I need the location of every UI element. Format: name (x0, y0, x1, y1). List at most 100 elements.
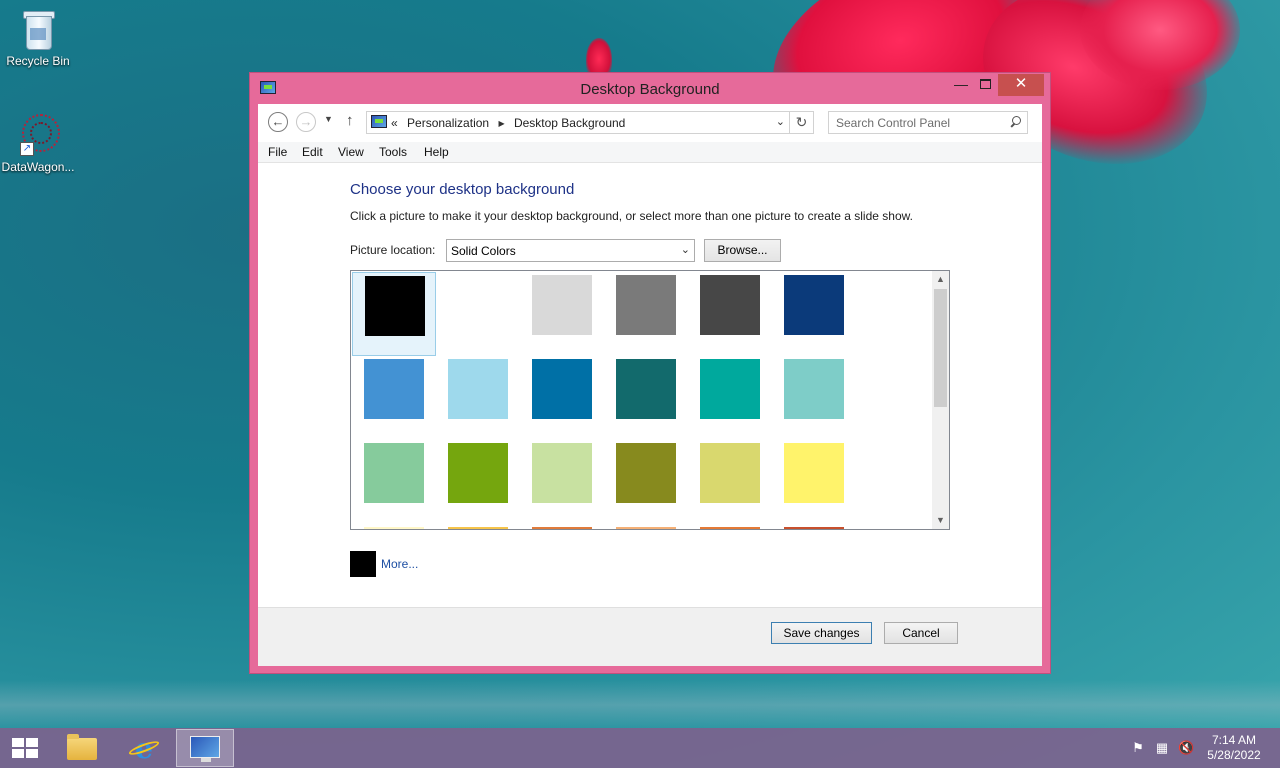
taskbar-file-explorer[interactable] (52, 729, 110, 767)
search-box[interactable]: Search Control Panel (828, 111, 1028, 134)
color-swatch-fill (448, 275, 508, 335)
up-button[interactable]: ↑ (346, 112, 354, 129)
color-swatch[interactable] (772, 272, 856, 356)
control-panel-icon (190, 736, 220, 758)
desktop-icon-recycle-bin[interactable]: Recycle Bin (0, 6, 76, 68)
address-dropdown-icon[interactable]: ⌄ (776, 115, 785, 128)
color-swatch[interactable] (604, 272, 688, 356)
vertical-scrollbar[interactable]: ▲ ▼ (932, 271, 949, 529)
menu-edit[interactable]: Edit (302, 145, 323, 159)
search-icon[interactable] (1011, 116, 1021, 126)
breadcrumb-personalization[interactable]: Personalization (407, 116, 489, 130)
color-swatch-fill (700, 275, 760, 335)
taskbar: e ⚑ ▦ 🔇 7:14 AM 5/28/2022 (0, 728, 1280, 768)
color-swatch-fill (700, 443, 760, 503)
color-swatch[interactable] (772, 524, 856, 529)
network-icon[interactable]: ▦ (1154, 740, 1170, 756)
scroll-down-icon[interactable]: ▼ (932, 512, 949, 529)
refresh-button[interactable]: ↻ (789, 112, 813, 133)
color-swatch-fill (532, 527, 592, 529)
breadcrumb-separator-icon[interactable]: ▶ (498, 119, 504, 128)
action-center-flag-icon[interactable]: ⚑ (1130, 740, 1146, 756)
color-swatch-fill (364, 359, 424, 419)
speaker-muted-icon[interactable]: 🔇 (1178, 740, 1194, 756)
desktop-icon-datawagon[interactable]: ↗ DataWagon... (0, 112, 76, 174)
clock-date: 5/28/2022 (1207, 748, 1261, 762)
picture-location-value: Solid Colors (451, 244, 516, 258)
color-swatch-fill (616, 443, 676, 503)
more-colors-link[interactable]: More... (381, 557, 418, 571)
desktop-icon-label: DataWagon... (1, 160, 75, 174)
menu-file[interactable]: File (268, 145, 287, 159)
color-swatch[interactable] (352, 356, 436, 440)
color-swatch[interactable] (436, 524, 520, 529)
recent-locations-dropdown[interactable]: ▼ (324, 114, 333, 124)
menu-tools[interactable]: Tools (379, 145, 407, 159)
cancel-button[interactable]: Cancel (884, 622, 958, 644)
menu-view[interactable]: View (338, 145, 364, 159)
color-swatch-fill (616, 275, 676, 335)
search-input[interactable]: Search Control Panel (836, 116, 950, 130)
back-button[interactable]: ← (268, 112, 288, 132)
color-swatch-fill (532, 275, 592, 335)
color-swatch-fill (365, 276, 425, 336)
color-swatch[interactable] (352, 272, 436, 356)
windows-logo-icon (12, 738, 24, 747)
page-title: Choose your desktop background (350, 181, 575, 198)
forward-button[interactable]: → (296, 112, 316, 132)
breadcrumb-desktop-background[interactable]: Desktop Background (514, 116, 625, 130)
address-bar[interactable]: « Personalization ▶ Desktop Background ⌄… (366, 111, 814, 134)
color-swatch[interactable] (352, 440, 436, 524)
color-swatch[interactable] (352, 524, 436, 529)
color-swatch-fill (616, 359, 676, 419)
color-swatch[interactable] (772, 440, 856, 524)
shortcut-arrow-icon: ↗ (20, 142, 34, 156)
taskbar-internet-explorer[interactable]: e (114, 729, 172, 767)
color-swatch-fill (784, 443, 844, 503)
dialog-footer: Save changes Cancel (258, 607, 1042, 666)
color-swatch[interactable] (688, 440, 772, 524)
color-swatch[interactable] (436, 356, 520, 440)
color-swatch[interactable] (520, 356, 604, 440)
color-swatch[interactable] (604, 440, 688, 524)
recycle-bin-icon (18, 6, 58, 50)
color-swatch-fill (448, 443, 508, 503)
color-swatch[interactable] (772, 356, 856, 440)
color-swatch[interactable] (688, 272, 772, 356)
title-bar[interactable]: Desktop Background — ✕ (250, 73, 1050, 104)
menu-bar: File Edit View Tools Help (258, 142, 1042, 163)
page-description: Click a picture to make it your desktop … (350, 209, 913, 223)
color-swatch-list[interactable]: ▲ ▼ (350, 270, 950, 530)
color-swatch-fill (784, 527, 844, 529)
main-content: Choose your desktop background Click a p… (258, 163, 1042, 607)
color-swatch-fill (616, 527, 676, 529)
minimize-button[interactable]: — (950, 74, 972, 96)
color-swatch-fill (448, 527, 508, 529)
maximize-button[interactable] (974, 74, 996, 96)
color-swatch[interactable] (604, 356, 688, 440)
picture-location-label: Picture location: (350, 243, 436, 257)
picture-location-select[interactable]: Solid Colors ⌄ (446, 239, 695, 262)
browse-button[interactable]: Browse... (704, 239, 781, 262)
scroll-up-icon[interactable]: ▲ (932, 271, 949, 288)
save-changes-button[interactable]: Save changes (771, 622, 872, 644)
color-swatch[interactable] (436, 440, 520, 524)
maximize-icon (979, 79, 991, 89)
color-swatch[interactable] (604, 524, 688, 529)
color-swatch[interactable] (520, 440, 604, 524)
breadcrumb-overflow[interactable]: « (391, 116, 398, 130)
menu-help[interactable]: Help (424, 145, 449, 159)
color-swatch[interactable] (520, 272, 604, 356)
color-swatch-fill (784, 275, 844, 335)
taskbar-control-panel[interactable] (176, 729, 234, 767)
current-color-preview[interactable] (350, 551, 376, 577)
start-button[interactable] (12, 738, 38, 758)
color-swatch[interactable] (520, 524, 604, 529)
color-swatch[interactable] (436, 272, 520, 356)
close-button[interactable]: ✕ (998, 74, 1044, 96)
scrollbar-thumb[interactable] (934, 289, 947, 407)
color-swatch-fill (784, 359, 844, 419)
system-clock[interactable]: 7:14 AM 5/28/2022 (1196, 733, 1272, 763)
color-swatch[interactable] (688, 524, 772, 529)
color-swatch[interactable] (688, 356, 772, 440)
